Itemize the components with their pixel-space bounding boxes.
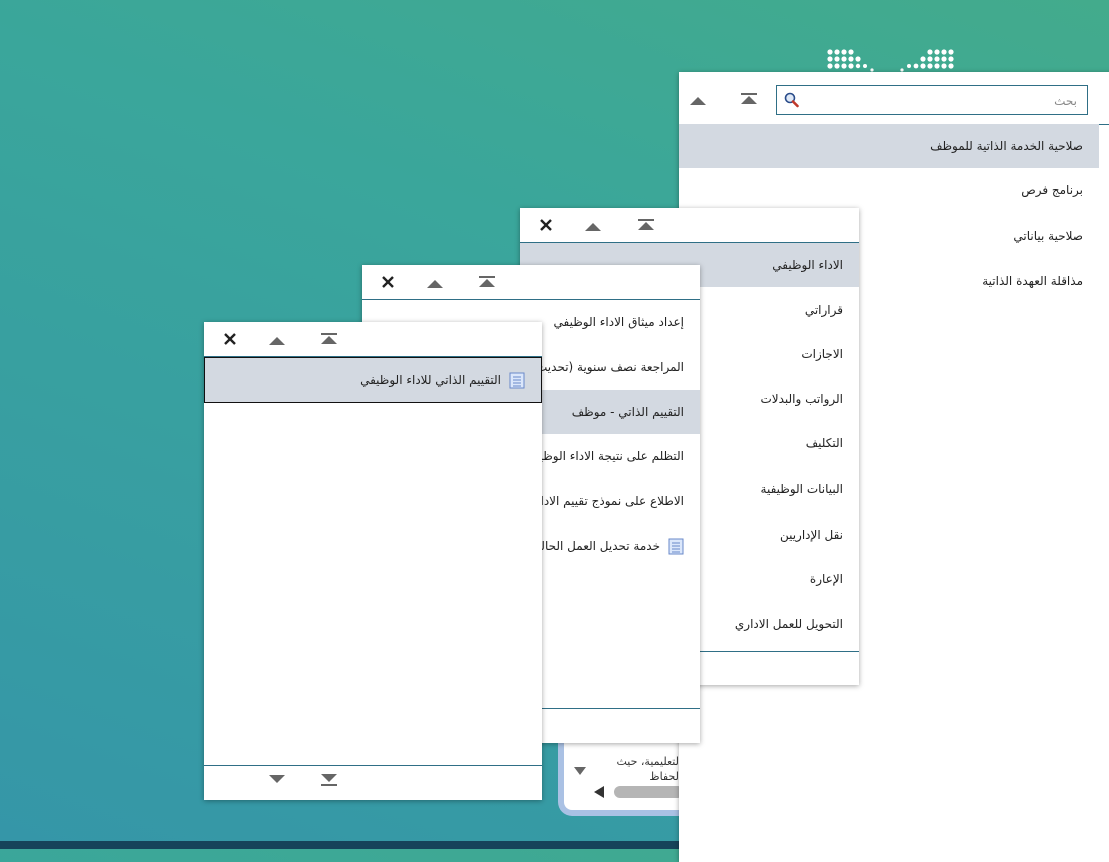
background-content-fragment: التعليمية، حيث الحفاظ	[558, 740, 688, 816]
self-evaluation-header	[204, 322, 542, 357]
scroll-up-button[interactable]	[426, 277, 446, 293]
search-box[interactable]	[776, 85, 1088, 115]
scroll-to-top-button[interactable]	[637, 218, 657, 234]
scroll-up-button[interactable]	[689, 94, 709, 110]
scroll-up-button[interactable]	[584, 220, 604, 236]
close-icon[interactable]	[381, 275, 395, 289]
scroll-to-top-button[interactable]	[740, 92, 760, 108]
close-icon[interactable]	[539, 218, 553, 232]
menu-item-self-service-permission[interactable]: صلاحية الخدمة الذاتية للموظف	[679, 124, 1099, 168]
scroll-down-icon[interactable]	[574, 767, 586, 777]
self-evaluation-panel: التقييم الذاتي للاداء الوظيفي	[204, 322, 542, 800]
scroll-to-top-button[interactable]	[320, 332, 340, 348]
scroll-to-top-button[interactable]	[478, 275, 498, 291]
search-icon[interactable]	[783, 92, 799, 108]
menu-item-self-evaluation-performance[interactable]: التقييم الذاتي للاداء الوظيفي	[204, 357, 542, 403]
search-input[interactable]	[805, 91, 1079, 111]
fragment-line-2: الحفاظ	[649, 770, 682, 783]
document-icon	[509, 372, 525, 389]
horizontal-scrollbar-thumb[interactable]	[614, 786, 682, 798]
ministry-logo	[827, 49, 954, 72]
document-icon	[668, 538, 684, 555]
fragment-line-1: التعليمية، حيث	[616, 755, 682, 768]
close-button[interactable]	[381, 275, 401, 291]
scroll-up-button[interactable]	[268, 334, 288, 350]
close-button[interactable]	[539, 218, 559, 234]
scroll-left-icon[interactable]	[594, 786, 604, 798]
menu-item-self-evaluation-performance-label: التقييم الذاتي للاداء الوظيفي	[360, 373, 501, 387]
main-menu-header	[679, 72, 1109, 125]
actions-header	[362, 265, 700, 300]
self-evaluation-footer-divider	[204, 765, 542, 766]
scroll-down-button[interactable]	[268, 774, 288, 790]
fragment-text: التعليمية، حيث الحفاظ	[602, 754, 682, 784]
close-icon[interactable]	[223, 332, 237, 346]
submenu-header	[520, 208, 859, 243]
close-button[interactable]	[223, 332, 243, 348]
menu-item-forsa-program[interactable]: برنامج فرص	[679, 168, 1099, 212]
scroll-to-bottom-button[interactable]	[320, 773, 340, 789]
menu-item-modify-current-work-label: خدمة تحديل العمل الحالي ا	[524, 539, 660, 553]
